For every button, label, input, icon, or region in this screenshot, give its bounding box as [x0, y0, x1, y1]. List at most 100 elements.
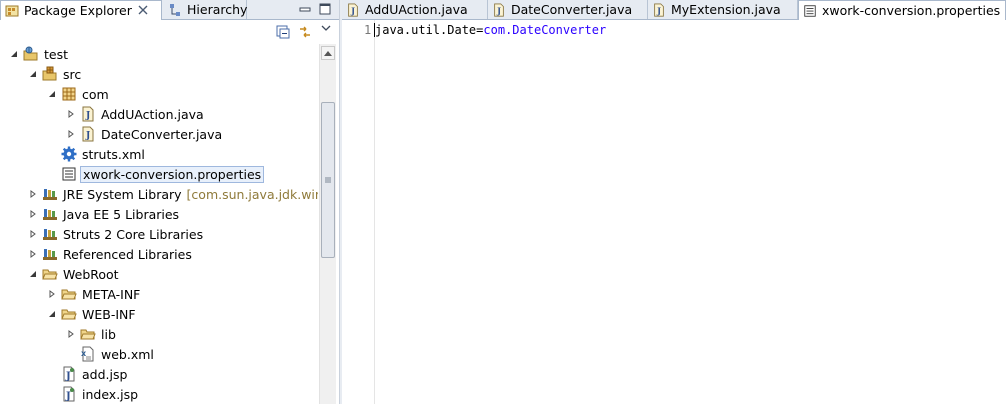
project-tree: test src com J AddUAction.java J DateCon…: [0, 44, 318, 404]
svg-text:J: J: [656, 6, 661, 15]
tab-label: xwork-conversion.properties: [822, 3, 1001, 18]
svg-text:J: J: [65, 371, 71, 382]
jsp-file-icon: J: [61, 386, 77, 402]
expanded-arrow-icon[interactable]: [46, 88, 58, 100]
tree-item-dateconverter-java[interactable]: J DateConverter.java: [65, 124, 224, 144]
java-file-icon: J: [346, 2, 360, 17]
tab-myextension-java[interactable]: J MyExtension.java: [648, 0, 798, 19]
expanded-arrow-icon[interactable]: [27, 268, 39, 280]
tree-item-label: DateConverter.java: [101, 126, 223, 142]
source-folder-icon: [42, 66, 58, 82]
tree-item-meta-inf[interactable]: META-INF: [46, 284, 142, 304]
tree-item-label: web.xml: [101, 346, 154, 362]
collapsed-arrow-icon[interactable]: [27, 248, 39, 260]
editor-area: J AddUAction.java J DateConverter.java J…: [342, 0, 1006, 404]
tree-item-src[interactable]: src: [27, 64, 83, 84]
tree-item-webroot[interactable]: WebRoot: [27, 264, 121, 284]
property-value: com.DateConverter: [483, 23, 607, 37]
tab-xwork-conversion-properties[interactable]: xwork-conversion.properties: [798, 0, 1006, 20]
tree-item-label: test: [44, 46, 69, 62]
tree-item-add-jsp[interactable]: J add.jsp: [58, 364, 129, 384]
package-explorer-icon: [5, 4, 19, 18]
svg-text:J: J: [350, 6, 355, 15]
svg-text:J: J: [85, 131, 90, 141]
collapsed-arrow-icon[interactable]: [65, 328, 77, 340]
properties-file-icon: [803, 4, 817, 18]
tab-package-explorer[interactable]: Package Explorer: [0, 0, 162, 20]
view-tab-bar: Package Explorer Hierarchy: [0, 0, 339, 20]
link-with-editor-icon[interactable]: [297, 24, 313, 40]
property-separator: =: [476, 23, 484, 37]
library-icon: [42, 246, 58, 262]
tree-item-label: xwork-conversion.properties: [80, 165, 265, 183]
property-key: java.util.Date: [375, 23, 477, 37]
java-file-icon: J: [80, 126, 96, 142]
collapsed-arrow-icon[interactable]: [27, 208, 39, 220]
expanded-arrow-icon[interactable]: [8, 48, 20, 60]
tree-item-struts-xml[interactable]: struts.xml: [58, 144, 147, 164]
collapse-all-icon[interactable]: [275, 24, 291, 40]
collapsed-arrow-icon[interactable]: [27, 228, 39, 240]
tree-item-com[interactable]: com: [46, 84, 111, 104]
close-icon[interactable]: [138, 4, 148, 18]
tab-adduaction-java[interactable]: J AddUAction.java: [342, 0, 488, 19]
collapsed-arrow-icon[interactable]: [65, 108, 77, 120]
minimize-icon[interactable]: [298, 2, 312, 16]
java-file-icon: J: [492, 2, 506, 17]
line-number: 1: [364, 23, 372, 37]
tree-item-referenced-libraries[interactable]: Referenced Libraries: [27, 244, 194, 264]
view-menu-icon[interactable]: [318, 20, 334, 36]
tree-item-jre-system-library[interactable]: JRE System Library [com.sun.java.jdk.win…: [27, 184, 318, 204]
tree-item-struts-2-core-libraries[interactable]: Struts 2 Core Libraries: [27, 224, 205, 244]
tree-item-adduaction-java[interactable]: J AddUAction.java: [65, 104, 206, 124]
tree-item-label: Referenced Libraries: [63, 246, 192, 262]
tree-item-test[interactable]: test: [8, 44, 70, 64]
library-decoration: [com.sun.java.jdk.win32.x: [186, 186, 318, 202]
library-icon: [42, 186, 58, 202]
tree-scrollbar[interactable]: [319, 44, 336, 404]
maximize-icon[interactable]: [318, 2, 332, 16]
tree-item-lib[interactable]: lib: [65, 324, 118, 344]
tree-item-label: index.jsp: [82, 386, 139, 402]
collapsed-arrow-icon[interactable]: [46, 288, 58, 300]
tab-label: Hierarchy: [187, 2, 248, 17]
tree-item-label: JRE System Library: [63, 186, 182, 202]
code-line[interactable]: 1 java.util.Date = com.DateConverter: [364, 22, 606, 38]
tree-item-label: com: [82, 86, 109, 102]
scroll-thumb[interactable]: [321, 102, 335, 258]
gear-icon: [61, 146, 77, 162]
scroll-up-icon[interactable]: [321, 46, 335, 60]
collapsed-arrow-icon[interactable]: [27, 188, 39, 200]
expanded-arrow-icon[interactable]: [46, 308, 58, 320]
properties-file-icon: [61, 166, 77, 182]
tree-item-web-inf[interactable]: WEB-INF: [46, 304, 138, 324]
tree-item-xwork-conversion-properties[interactable]: xwork-conversion.properties: [58, 164, 265, 184]
library-icon: [42, 206, 58, 222]
tree-item-label: Java EE 5 Libraries: [63, 206, 180, 222]
tab-label: Package Explorer: [24, 3, 132, 18]
view-toolbar: [0, 20, 339, 44]
xml-file-icon: x: [80, 346, 96, 362]
library-icon: [42, 226, 58, 242]
project-icon: [23, 46, 39, 62]
tree-item-java-ee-5-libraries[interactable]: Java EE 5 Libraries: [27, 204, 181, 224]
expanded-arrow-icon[interactable]: [27, 68, 39, 80]
tree-item-label: Struts 2 Core Libraries: [63, 226, 204, 242]
tab-label: DateConverter.java: [511, 2, 633, 17]
java-file-icon: J: [80, 106, 96, 122]
folder-icon: [80, 326, 96, 342]
tab-hierarchy[interactable]: Hierarchy: [164, 0, 247, 19]
tree-item-label: src: [63, 66, 82, 82]
collapsed-arrow-icon[interactable]: [65, 128, 77, 140]
tree-item-index-jsp[interactable]: J index.jsp: [58, 384, 140, 404]
tree-item-web-xml[interactable]: x web.xml: [77, 344, 156, 364]
tree-item-label: WEB-INF: [82, 306, 136, 322]
tree-item-label: struts.xml: [82, 146, 145, 162]
tree-item-label: add.jsp: [82, 366, 128, 382]
svg-text:J: J: [496, 6, 501, 15]
svg-text:J: J: [65, 391, 71, 402]
folder-icon: [61, 306, 77, 322]
tree-item-label: META-INF: [82, 286, 141, 302]
package-explorer-view: Package Explorer Hierarchy test src com …: [0, 0, 339, 404]
tab-dateconverter-java[interactable]: J DateConverter.java: [488, 0, 648, 19]
